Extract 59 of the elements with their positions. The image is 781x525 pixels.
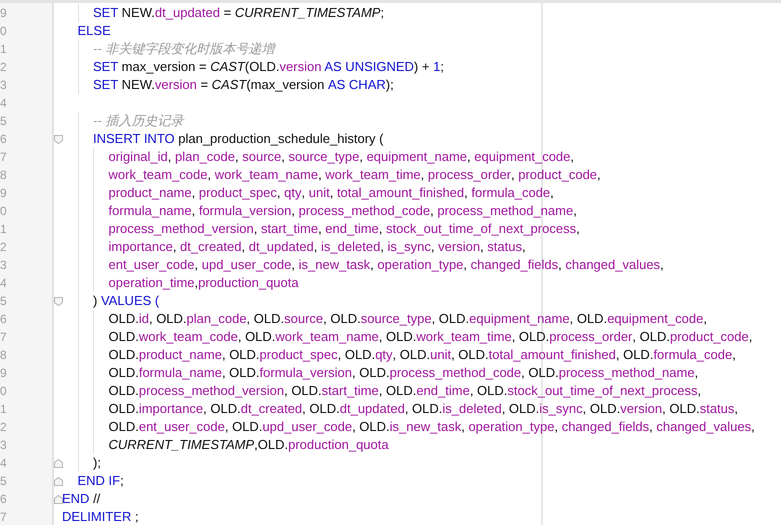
code-line: formula_name, formula_version, process_method_code, process_method_name, [108,202,577,220]
line-number: 6 [0,311,8,328]
line-number: 8 [0,167,8,184]
line-number: 2 [0,239,8,256]
line-number: 2 [0,419,8,436]
line-number: 9 [0,185,8,202]
line-number: 0 [0,23,8,40]
line-number: 5 [0,113,8,130]
line-number: 3 [0,437,8,454]
line-number: 7 [0,329,8,346]
line-number: 3 [0,257,8,274]
line-number: 9 [0,365,8,382]
line-number: 2 [0,59,8,76]
line-number: 7 [0,149,8,166]
code-line: SET NEW.dt_updated = CURRENT_TIMESTAMP; [93,4,384,22]
code-line: SET NEW.version = CAST(max_version AS CHAR); [93,76,394,94]
code-line: original_id, plan_code, source, source_type, equipment_name, equipment_code, [108,148,574,166]
code-comment: -- 插入历史记录 [93,112,184,130]
code-line: OLD.work_team_code, OLD.work_team_name, OLD.work_team_time, OLD.process_order, OLD.product_code, [108,328,752,346]
line-number: 5 [0,293,8,310]
code-line: operation_time,production_quota [108,274,299,292]
fold-marker-icon[interactable] [54,296,63,306]
line-number: 5 [0,473,8,490]
code-line: OLD.product_name, OLD.product_spec, OLD.qty, OLD.unit, OLD.total_amount_finished, OLD.formula_code, [108,346,736,364]
line-number: 1 [0,401,8,418]
code-line: END IF; [78,472,124,490]
code-line: INSERT INTO plan_production_schedule_history ( [93,130,384,148]
code-line: END // [62,490,100,508]
code-line: CURRENT_TIMESTAMP,OLD.production_quota [108,436,389,454]
line-number: 1 [0,221,8,238]
code-line: OLD.formula_name, OLD.formula_version, OLD.process_method_code, OLD.process_method_name, [108,364,698,382]
line-number: 3 [0,77,8,94]
code-line: OLD.importance, OLD.dt_created, OLD.dt_updated, OLD.is_deleted, OLD.is_sync, OLD.version, OLD.status, [108,400,738,418]
line-number: 7 [0,509,8,525]
line-number: 4 [0,95,8,112]
line-number: 8 [0,347,8,364]
line-number: 4 [0,275,8,292]
code-line: OLD.ent_user_code, OLD.upd_user_code, OLD.is_new_task, operation_type, changed_fields, changed_values, [108,418,755,436]
code-comment: -- 非关键字段变化时版本号递增 [93,40,274,58]
line-number: 0 [0,203,8,220]
code-line: process_method_version, start_time, end_time, stock_out_time_of_next_process, [108,220,580,238]
line-number: 9 [0,5,8,22]
line-number: 4 [0,455,8,472]
code-line: ) VALUES ( [93,292,160,310]
code-line: SET max_version = CAST(OLD.version AS UNSIGNED) + 1; [93,58,444,76]
code-line: OLD.process_method_version, OLD.start_time, OLD.end_time, OLD.stock_out_time_of_next_process, [108,382,702,400]
code-line: product_name, product_spec, qty, unit, total_amount_finished, formula_code, [108,184,554,202]
code-line: ELSE [78,22,111,40]
code-line: DELIMITER ; [62,508,139,525]
line-number: 0 [0,383,8,400]
code-line: work_team_code, work_team_name, work_team_time, process_order, product_code, [108,166,601,184]
line-number: 1 [0,41,8,58]
code-line: ); [93,454,101,472]
fold-marker-icon[interactable] [54,134,63,144]
code-line: ent_user_code, upd_user_code, is_new_task, operation_type, changed_fields, changed_values, [108,256,664,274]
line-number: 6 [0,491,8,508]
code-line: OLD.id, OLD.plan_code, OLD.source, OLD.source_type, OLD.equipment_name, OLD.equipment_code, [108,310,707,328]
code-line: importance, dt_created, dt_updated, is_deleted, is_sync, version, status, [108,238,526,256]
line-number: 6 [0,131,8,148]
